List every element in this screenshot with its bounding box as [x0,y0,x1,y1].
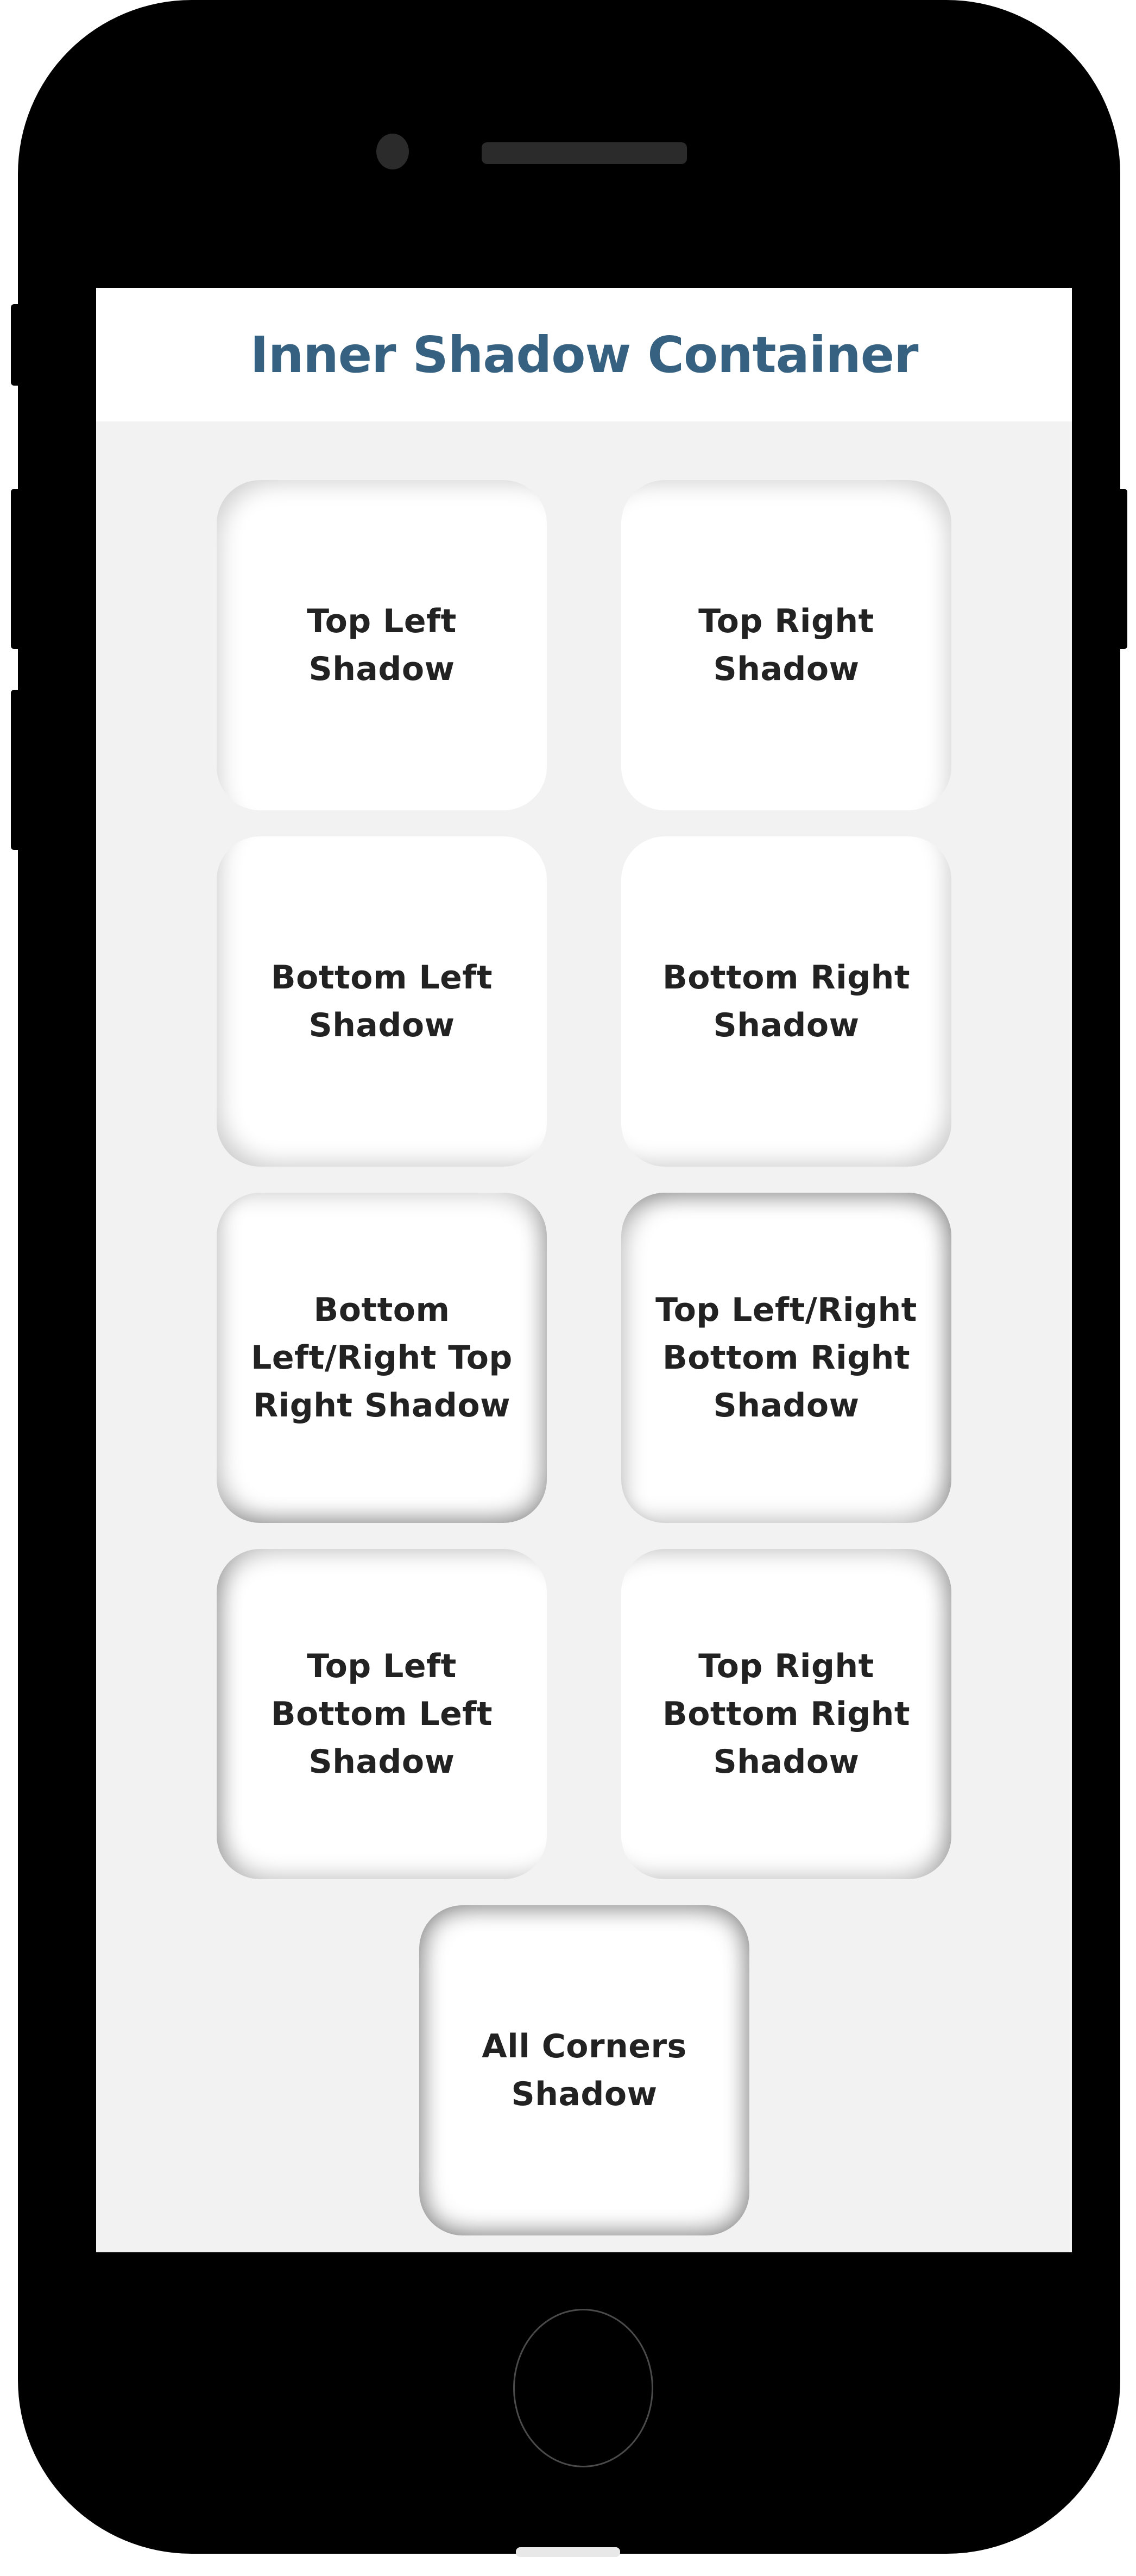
card-label: All Corners Shadow [482,2027,687,2113]
camera-icon [376,134,409,169]
card-label: Top Left/Right Bottom Right Shadow [655,1291,917,1425]
power-button[interactable] [1116,489,1127,649]
card-label: Bottom Right Shadow [662,959,911,1044]
phone-frame: Inner Shadow Container Top Left Shadow T… [18,0,1120,2554]
app-header: Inner Shadow Container [96,288,1072,421]
card-label: Top Left Bottom Left Shadow [270,1647,493,1781]
home-button[interactable] [513,2309,653,2467]
card-bottom-left-shadow: Bottom Left Shadow [217,836,547,1167]
app-screen: Inner Shadow Container Top Left Shadow T… [96,288,1072,2252]
card-label: Bottom Left Shadow [270,959,493,1044]
card-bottom-lr-top-right-shadow: Bottom Left/Right Top Right Shadow [217,1193,547,1523]
card-top-lr-bottom-right-shadow: Top Left/Right Bottom Right Shadow [621,1193,951,1523]
speaker-grille [482,142,687,164]
volume-down-button[interactable] [11,690,22,850]
card-top-right-shadow: Top Right Shadow [621,480,951,810]
bottom-connector [516,2547,620,2557]
card-label: Top Left Shadow [307,602,457,688]
mute-switch[interactable] [11,304,22,386]
card-top-left-bottom-left-shadow: Top Left Bottom Left Shadow [217,1549,547,1879]
card-label: Bottom Left/Right Top Right Shadow [251,1291,513,1425]
volume-up-button[interactable] [11,489,22,649]
card-top-right-bottom-right-shadow: Top Right Bottom Right Shadow [621,1549,951,1879]
page-title: Inner Shadow Container [250,325,918,384]
card-all-corners-shadow: All Corners Shadow [419,1905,749,2235]
card-bottom-right-shadow: Bottom Right Shadow [621,836,951,1167]
card-top-left-shadow: Top Left Shadow [217,480,547,810]
card-label: Top Right Bottom Right Shadow [662,1647,911,1781]
card-label: Top Right Shadow [698,602,874,688]
